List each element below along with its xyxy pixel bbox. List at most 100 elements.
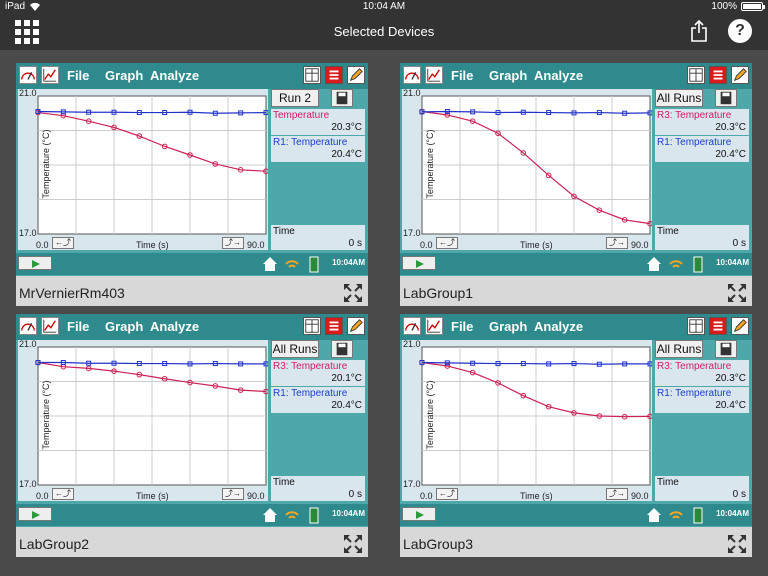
save-icon[interactable] [331,340,353,358]
scroll-left-button[interactable]: ←⤴ [436,488,458,500]
x-axis-label: Time (s) [520,240,553,250]
table-icon[interactable] [687,317,705,335]
notes-pencil-icon[interactable] [731,317,749,335]
notes-pencil-icon[interactable] [347,317,365,335]
meter-view-icon[interactable] [403,317,421,335]
scroll-right-button[interactable]: ⤴→ [606,237,628,249]
data-list-icon[interactable] [325,66,343,84]
time-label: Time [657,477,679,488]
menu-analyze[interactable]: Analyze [534,319,583,334]
menu-graph[interactable]: Graph [105,319,143,334]
meter-view-icon[interactable] [403,66,421,84]
menu-analyze[interactable]: Analyze [150,68,199,83]
time-value: 0 s [348,489,362,500]
save-icon[interactable] [715,340,737,358]
temperature-graph [35,95,268,235]
device-bottom-bar: 10:04AM [400,253,752,275]
menu-analyze[interactable]: Analyze [534,68,583,83]
collect-button[interactable] [402,256,436,270]
help-button[interactable]: ? [728,19,752,43]
expand-icon[interactable] [343,283,363,303]
expand-icon[interactable] [727,283,747,303]
menu-file[interactable]: File [451,68,473,83]
device-card[interactable]: File Graph Analyze 21.0 17.0 Temperature… [400,314,752,557]
graph-area[interactable]: 21.0 17.0 Temperature (°C) 0.0 ←⤴ Time (… [18,88,268,250]
collect-button[interactable] [18,256,52,270]
battery-percent: 100% [711,1,737,12]
scroll-right-button[interactable]: ⤴→ [222,237,244,249]
expand-icon[interactable] [727,534,747,554]
menu-graph[interactable]: Graph [105,68,143,83]
data-list-icon[interactable] [709,317,727,335]
graph-area[interactable]: 21.0 17.0 Temperature (°C) 0.0 ←⤴ Time (… [402,339,652,501]
menu-graph[interactable]: Graph [489,319,527,334]
x-max-label: 90.0 [631,491,649,501]
meter-red[interactable]: R3: Temperature 20.1°C [271,360,365,386]
home-icon[interactable] [645,506,663,524]
graph-view-icon[interactable] [41,66,59,84]
scroll-left-button[interactable]: ←⤴ [52,237,74,249]
save-icon[interactable] [331,89,353,107]
share-icon[interactable] [690,20,708,42]
meter-name: R1: Temperature [273,137,348,148]
save-icon[interactable] [715,89,737,107]
time-meter[interactable]: Time 0 s [655,476,749,501]
battery-level-icon [309,256,319,273]
menu-graph[interactable]: Graph [489,68,527,83]
notes-pencil-icon[interactable] [347,66,365,84]
scroll-left-button[interactable]: ←⤴ [436,237,458,249]
time-value: 0 s [732,489,746,500]
device-card[interactable]: File Graph Analyze 21.0 17.0 Temperature… [400,63,752,306]
time-meter[interactable]: Time 0 s [271,476,365,501]
graph-view-icon[interactable] [425,66,443,84]
meter-view-icon[interactable] [19,66,37,84]
run-selector-button[interactable]: Run 2 [271,89,319,107]
menu-file[interactable]: File [67,319,89,334]
menu-analyze[interactable]: Analyze [150,319,199,334]
meter-red[interactable]: Temperature 20.3°C [271,109,365,135]
run-selector-button[interactable]: All Runs [655,340,703,358]
menu-file[interactable]: File [451,319,473,334]
expand-icon[interactable] [343,534,363,554]
meter-blue[interactable]: R1: Temperature 20.4°C [271,387,365,413]
run-selector-button[interactable]: All Runs [655,89,703,107]
meter-red[interactable]: R3: Temperature 20.3°C [655,109,749,135]
meter-name: R3: Temperature [657,110,732,121]
time-meter[interactable]: Time 0 s [271,225,365,250]
notes-pencil-icon[interactable] [731,66,749,84]
meter-value: 20.3°C [715,122,746,133]
device-card[interactable]: File Graph Analyze 21.0 17.0 Temperature… [16,63,368,306]
play-icon [416,260,424,268]
table-icon[interactable] [687,66,705,84]
collect-button[interactable] [18,507,52,521]
x-max-label: 90.0 [247,491,265,501]
graph-area[interactable]: 21.0 17.0 Temperature (°C) 0.0 ←⤴ Time (… [18,339,268,501]
x-min-label: 0.0 [36,240,49,250]
device-bottom-bar: 10:04AM [16,253,368,275]
menu-file[interactable]: File [67,68,89,83]
data-list-icon[interactable] [709,66,727,84]
run-selector-button[interactable]: All Runs [271,340,319,358]
battery-level-icon [309,507,319,524]
home-icon[interactable] [261,506,279,524]
meter-blue[interactable]: R1: Temperature 20.4°C [655,136,749,162]
scroll-right-button[interactable]: ⤴→ [606,488,628,500]
data-list-icon[interactable] [325,317,343,335]
scroll-right-button[interactable]: ⤴→ [222,488,244,500]
play-icon [416,511,424,519]
graph-view-icon[interactable] [41,317,59,335]
meter-blue[interactable]: R1: Temperature 20.4°C [271,136,365,162]
table-icon[interactable] [303,66,321,84]
home-icon[interactable] [645,255,663,273]
graph-area[interactable]: 21.0 17.0 Temperature (°C) 0.0 ←⤴ Time (… [402,88,652,250]
meter-blue[interactable]: R1: Temperature 20.4°C [655,387,749,413]
graph-view-icon[interactable] [425,317,443,335]
device-card[interactable]: File Graph Analyze 21.0 17.0 Temperature… [16,314,368,557]
meter-red[interactable]: R3: Temperature 20.3°C [655,360,749,386]
meter-view-icon[interactable] [19,317,37,335]
table-icon[interactable] [303,317,321,335]
time-meter[interactable]: Time 0 s [655,225,749,250]
home-icon[interactable] [261,255,279,273]
scroll-left-button[interactable]: ←⤴ [52,488,74,500]
collect-button[interactable] [402,507,436,521]
